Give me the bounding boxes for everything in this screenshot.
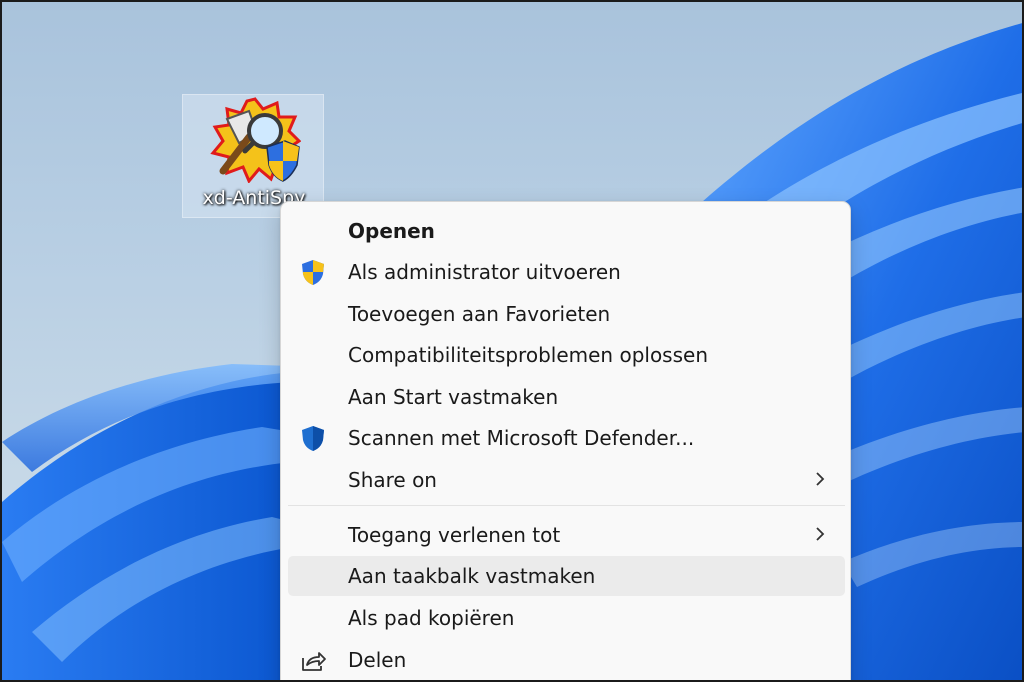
antispy-app-icon <box>210 97 301 183</box>
menu-item-label: Delen <box>348 648 407 672</box>
share-icon <box>302 652 326 671</box>
menu-item-troubleshoot-compatibility[interactable]: Compatibiliteitsproblemen oplossen <box>288 335 845 375</box>
menu-item-pin-to-start[interactable]: Aan Start vastmaken <box>288 377 845 417</box>
menu-separator <box>288 505 845 506</box>
chevron-right-icon <box>816 472 825 486</box>
menu-item-pin-to-taskbar[interactable]: Aan taakbalk vastmaken <box>288 556 845 596</box>
menu-item-copy-as-path[interactable]: Als pad kopiëren <box>288 598 845 638</box>
menu-item-open[interactable]: Openen <box>288 211 845 251</box>
menu-item-label: Aan Start vastmaken <box>348 385 559 409</box>
menu-item-label: Scannen met Microsoft Defender... <box>348 426 695 450</box>
desktop-screen: xd-AntiSpy Openen Als administrator uitv… <box>0 0 1024 682</box>
desktop-icon-antispy[interactable]: xd-AntiSpy <box>182 94 324 218</box>
menu-item-add-to-favorites[interactable]: Toevoegen aan Favorieten <box>288 294 845 334</box>
menu-item-run-as-admin[interactable]: Als administrator uitvoeren <box>288 252 845 292</box>
menu-item-label: Als administrator uitvoeren <box>348 260 621 284</box>
menu-item-give-access-to[interactable]: Toegang verlenen tot <box>288 515 845 555</box>
chevron-right-icon <box>816 527 825 541</box>
menu-item-share-on[interactable]: Share on <box>288 460 845 500</box>
menu-item-share[interactable]: Delen <box>288 640 845 680</box>
menu-item-label: Toegang verlenen tot <box>348 523 561 547</box>
context-menu: Openen Als administrator uitvoeren Toevo… <box>280 201 851 680</box>
menu-item-label: Openen <box>348 219 435 243</box>
uac-shield-icon <box>302 260 324 285</box>
menu-item-label: Share on <box>348 468 437 492</box>
menu-item-label: Toevoegen aan Favorieten <box>348 302 611 326</box>
defender-shield-icon <box>302 426 324 451</box>
menu-item-label: Compatibiliteitsproblemen oplossen <box>348 343 708 367</box>
menu-item-label: Als pad kopiëren <box>348 606 515 630</box>
menu-item-label: Aan taakbalk vastmaken <box>348 564 596 588</box>
menu-item-scan-defender[interactable]: Scannen met Microsoft Defender... <box>288 418 845 458</box>
